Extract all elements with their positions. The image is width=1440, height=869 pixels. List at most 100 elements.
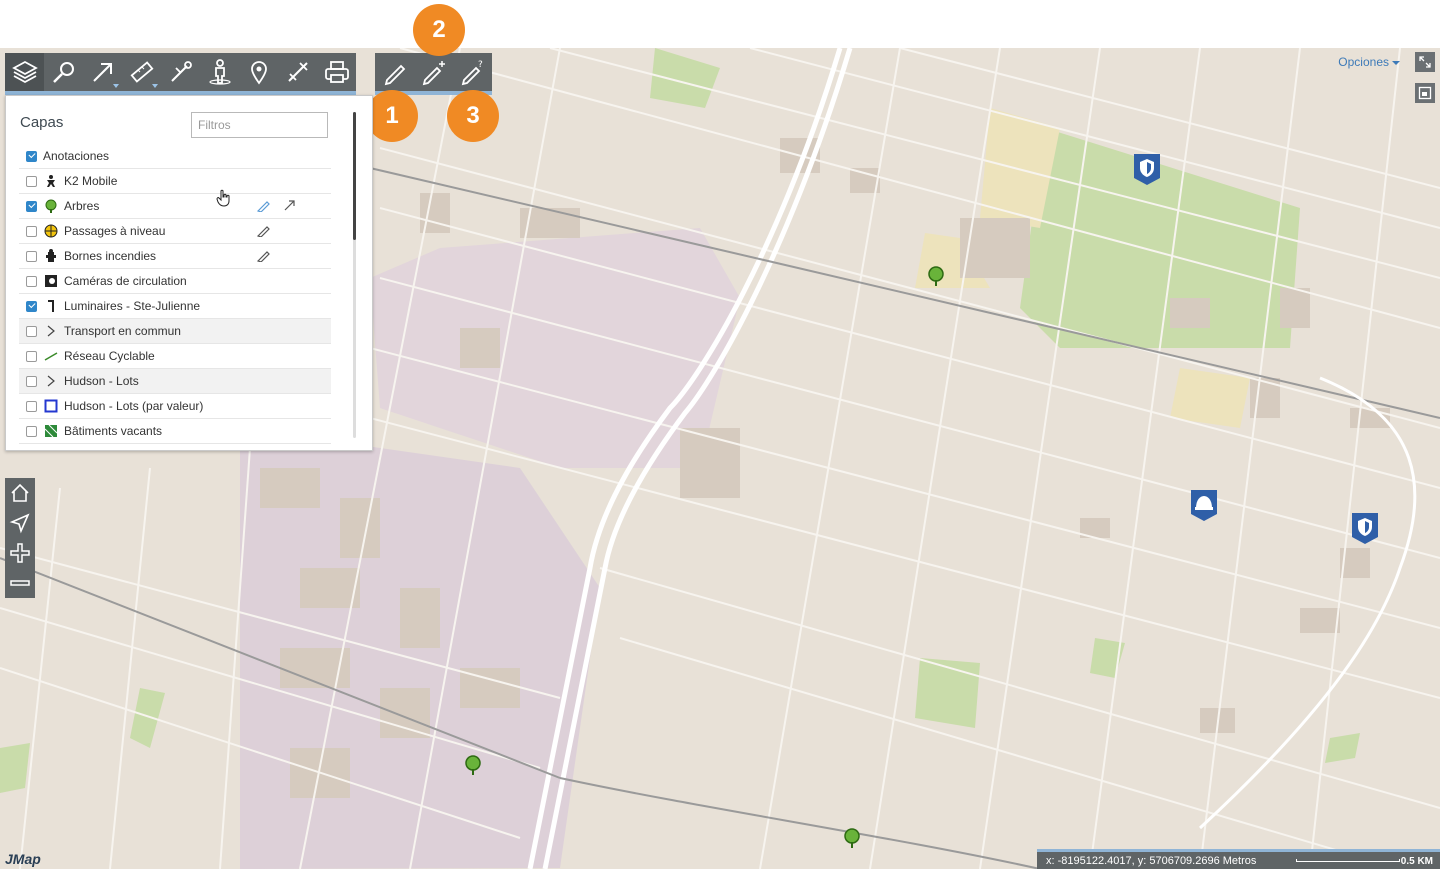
chevron-down-icon <box>113 84 119 88</box>
layer-item-reseau-cyclable[interactable]: Réseau Cyclable <box>19 344 331 369</box>
park-area <box>1325 733 1360 763</box>
layer-checkbox[interactable] <box>26 275 37 287</box>
tree-icon <box>43 198 59 214</box>
person-icon <box>43 173 59 189</box>
edit-pencil-icon[interactable] <box>257 198 271 212</box>
geolocate-button[interactable] <box>5 508 35 538</box>
edit-pencil-icon <box>384 64 405 86</box>
edit-query-icon: ? <box>461 60 483 86</box>
expand-icon <box>1419 56 1431 68</box>
layer-label: Bornes incendies <box>64 249 157 263</box>
layer-checkbox[interactable] <box>26 300 37 312</box>
print-icon <box>324 61 349 83</box>
svg-text:?: ? <box>478 60 483 70</box>
print-button[interactable] <box>317 53 356 91</box>
park-area <box>0 743 30 793</box>
overview-map-icon <box>1418 86 1432 100</box>
layers-panel: Capas Anotaciones K2 Mobile Arbres Passa… <box>5 95 373 451</box>
layer-checkbox[interactable] <box>26 225 37 237</box>
scrollbar-thumb[interactable] <box>353 112 356 240</box>
layer-item-hudson-lots[interactable]: Hudson - Lots <box>19 369 331 394</box>
search-button[interactable] <box>44 53 83 91</box>
layer-checkbox[interactable] <box>26 200 37 212</box>
select-icon[interactable] <box>283 198 297 212</box>
select-button[interactable] <box>83 53 122 91</box>
layer-item-passages[interactable]: Passages à niveau <box>19 219 331 244</box>
location-pin-icon <box>250 61 267 85</box>
search-icon <box>52 62 74 83</box>
chevron-right-icon[interactable] <box>43 373 59 389</box>
add-feature-icon <box>422 61 445 86</box>
layer-list: Anotaciones K2 Mobile Arbres Passages à … <box>19 144 331 444</box>
location-button[interactable] <box>239 53 278 91</box>
square-icon <box>43 398 59 414</box>
callout-three: 3 <box>447 90 499 142</box>
tools-icon <box>287 62 308 82</box>
layers-button[interactable] <box>5 53 44 91</box>
select-icon <box>92 63 112 82</box>
layer-actions <box>257 198 297 212</box>
route-button[interactable] <box>161 53 200 91</box>
layer-item-cameras[interactable]: Caméras de circulation <box>19 269 331 294</box>
park-area <box>130 688 165 748</box>
park-area <box>650 48 720 108</box>
layer-checkbox[interactable] <box>26 175 37 187</box>
edit-toolbar: ? <box>375 53 492 95</box>
tools-button[interactable] <box>278 53 317 91</box>
measure-icon <box>130 61 153 83</box>
edit-pencil-icon[interactable] <box>257 223 271 237</box>
layers-icon <box>11 60 38 84</box>
app-logo: JMap <box>5 851 41 867</box>
layer-actions <box>257 223 271 237</box>
chevron-right-icon[interactable] <box>43 323 59 339</box>
chevron-down-icon <box>1392 60 1400 65</box>
route-icon <box>170 61 192 82</box>
camera-icon <box>43 273 59 289</box>
zoom-out-button[interactable] <box>5 568 35 598</box>
layer-item-anotaciones[interactable]: Anotaciones <box>19 144 331 169</box>
streetview-button[interactable] <box>200 53 239 91</box>
fullscreen-button[interactable] <box>1415 52 1435 72</box>
callout-one: 1 <box>366 90 418 142</box>
coordinate-bar: x: -8195122.4017, y: 5706709.2696 Metros… <box>1037 849 1440 869</box>
layer-checkbox[interactable] <box>26 325 37 337</box>
layer-item-hudson-lots-valeur[interactable]: Hudson - Lots (par valeur) <box>19 394 331 419</box>
line-icon <box>43 348 59 364</box>
layer-filter-input[interactable] <box>191 112 328 138</box>
streetlight-icon <box>43 298 59 314</box>
layer-checkbox[interactable] <box>26 350 37 362</box>
plus-icon <box>10 543 30 563</box>
layer-checkbox[interactable] <box>26 150 37 162</box>
home-button[interactable] <box>5 478 35 508</box>
layer-label: Réseau Cyclable <box>64 349 155 363</box>
edit-query-button[interactable]: ? <box>453 53 492 91</box>
layer-checkbox[interactable] <box>26 375 37 387</box>
layer-checkbox[interactable] <box>26 400 37 412</box>
options-menu[interactable]: Opciones <box>1338 55 1400 69</box>
layer-checkbox[interactable] <box>26 250 37 262</box>
hatched-icon <box>43 423 59 439</box>
layer-checkbox[interactable] <box>26 425 37 437</box>
edit-pencil-icon[interactable] <box>257 248 271 262</box>
zoom-in-button[interactable] <box>5 538 35 568</box>
callout-two: 2 <box>413 4 465 56</box>
layer-label: Luminaires - Ste-Julienne <box>64 299 201 313</box>
navigation-arrow-icon <box>9 513 30 534</box>
measure-button[interactable] <box>122 53 161 91</box>
add-feature-button[interactable] <box>414 53 453 91</box>
cursor-hand-icon <box>216 189 232 212</box>
overview-button[interactable] <box>1415 83 1435 103</box>
layer-item-transport[interactable]: Transport en commun <box>19 319 331 344</box>
layer-item-luminaires[interactable]: Luminaires - Ste-Julienne <box>19 294 331 319</box>
edit-button[interactable] <box>375 53 414 91</box>
layer-item-batiments-vacants[interactable]: Bâtiments vacants <box>19 419 331 444</box>
chevron-down-icon <box>152 84 158 88</box>
layer-item-arbres[interactable]: Arbres <box>19 194 331 219</box>
layer-item-k2-mobile[interactable]: K2 Mobile <box>19 169 331 194</box>
scale-bar <box>1296 859 1400 862</box>
minus-icon <box>10 580 30 586</box>
layer-item-bornes[interactable]: Bornes incendies <box>19 244 331 269</box>
main-toolbar <box>5 53 356 95</box>
layer-label: K2 Mobile <box>64 174 118 188</box>
layer-label: Bâtiments vacants <box>64 424 163 438</box>
